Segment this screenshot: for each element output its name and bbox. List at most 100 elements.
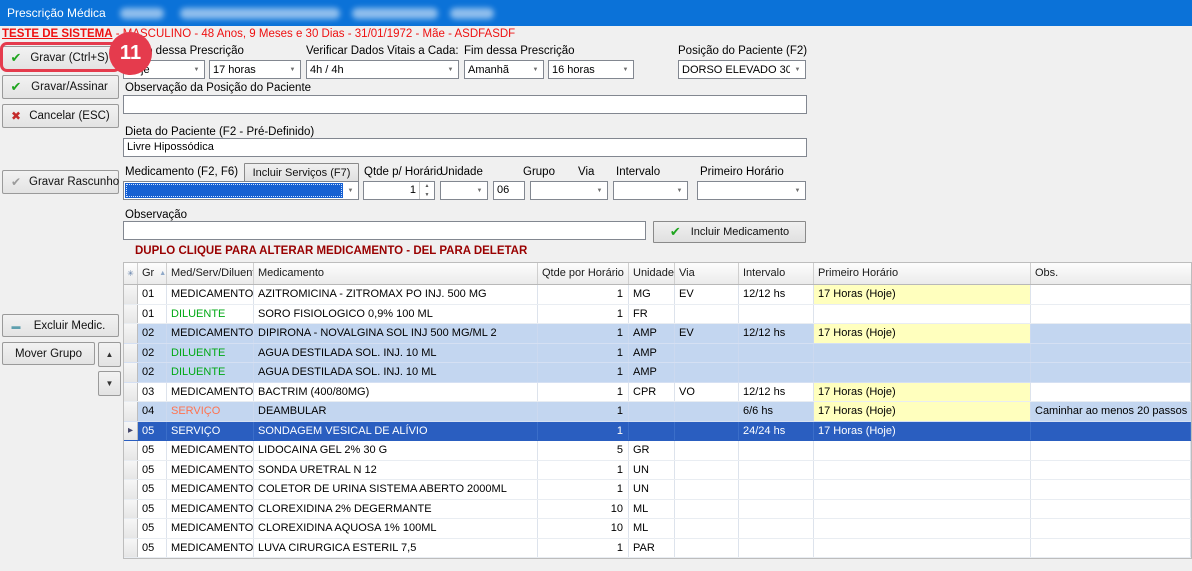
grupo-input[interactable]: 06 <box>493 181 525 200</box>
move-group-up-button[interactable]: ▲ <box>98 342 121 367</box>
window-title: Prescrição Médica <box>7 6 106 20</box>
minus-icon: ▬ <box>3 321 29 331</box>
cell-tipo: SERVIÇO <box>167 402 254 421</box>
header-obs[interactable]: Obs. <box>1031 263 1191 284</box>
row-indicator: ▸ <box>124 422 138 441</box>
obs-posicao-input[interactable] <box>123 95 807 114</box>
mover-grupo-button[interactable]: Mover Grupo <box>2 342 95 365</box>
cell-via <box>675 519 739 538</box>
unidade-select[interactable]: ▼ <box>440 181 488 200</box>
chevron-down-icon: ▼ <box>443 67 458 73</box>
fim-dia-select[interactable]: Amanhã ▼ <box>464 60 544 79</box>
incluir-medicamento-label: Incluir Medicamento <box>691 226 789 238</box>
via-select[interactable]: ▼ <box>530 181 608 200</box>
dados-vitais-select[interactable]: 4h / 4h ▼ <box>306 60 459 79</box>
spin-up-icon[interactable]: ▲ <box>420 182 434 191</box>
cell-pri <box>814 519 1031 538</box>
table-row[interactable]: 05MEDICAMENTOLUVA CIRURGICA ESTERIL 7,51… <box>124 539 1191 559</box>
move-group-down-button[interactable]: ▼ <box>98 371 121 396</box>
table-row[interactable]: ▸05SERVIÇOSONDAGEM VESICAL DE ALÍVIO124/… <box>124 422 1191 442</box>
cell-via <box>675 305 739 324</box>
table-row[interactable]: 02MEDICAMENTODIPIRONA - NOVALGINA SOL IN… <box>124 324 1191 344</box>
table-row[interactable]: 01DILUENTESORO FISIOLOGICO 0,9% 100 ML1F… <box>124 305 1191 325</box>
cell-pri <box>814 539 1031 558</box>
header-primeiro[interactable]: Primeiro Horário <box>814 263 1031 284</box>
cell-pri: 17 Horas (Hoje) <box>814 285 1031 304</box>
fim-hora-select[interactable]: 16 horas ▼ <box>548 60 634 79</box>
cell-gr: 03 <box>138 383 167 402</box>
cell-int <box>739 539 814 558</box>
medicamento-select[interactable]: ▼ <box>123 181 359 200</box>
cell-uni: UN <box>629 480 675 499</box>
cell-qtde: 1 <box>538 305 629 324</box>
cell-qtde: 1 <box>538 422 629 441</box>
intervalo-select[interactable]: ▼ <box>613 181 688 200</box>
table-row[interactable]: 02DILUENTEAGUA DESTILADA SOL. INJ. 10 ML… <box>124 344 1191 364</box>
gravar-button[interactable]: ✔ Gravar (Ctrl+S) <box>2 46 119 70</box>
cell-via <box>675 344 739 363</box>
excluir-medic-label: Excluir Medic. <box>29 320 118 332</box>
check-icon: ✔ <box>3 175 29 189</box>
incluir-servicos-button[interactable]: Incluir Serviços (F7) <box>244 163 359 182</box>
table-row[interactable]: 02DILUENTEAGUA DESTILADA SOL. INJ. 10 ML… <box>124 363 1191 383</box>
fim-hora-value: 16 horas <box>549 64 618 76</box>
dieta-input[interactable]: Livre Hipossódica <box>123 138 807 157</box>
cell-pri: 17 Horas (Hoje) <box>814 383 1031 402</box>
cell-int <box>739 344 814 363</box>
header-gr[interactable]: Gr▲ <box>138 263 167 284</box>
cell-pri: 17 Horas (Hoje) <box>814 422 1031 441</box>
cell-uni: CPR <box>629 383 675 402</box>
table-row[interactable]: 05MEDICAMENTOCLOREXIDINA AQUOSA 1% 100ML… <box>124 519 1191 539</box>
posicao-paciente-select[interactable]: DORSO ELEVADO 30 G ▼ <box>678 60 806 79</box>
table-row[interactable]: 05MEDICAMENTOCOLETOR DE URINA SISTEMA AB… <box>124 480 1191 500</box>
cancelar-button[interactable]: ✖ Cancelar (ESC) <box>2 104 119 128</box>
arrow-up-icon: ▲ <box>106 350 114 359</box>
header-medicamento[interactable]: Medicamento <box>254 263 538 284</box>
cell-int <box>739 305 814 324</box>
cell-via <box>675 363 739 382</box>
dieta-label: Dieta do Paciente (F2 - Pré-Definido) <box>125 126 314 138</box>
cell-med: DIPIRONA - NOVALGINA SOL INJ 500 MG/ML 2 <box>254 324 538 343</box>
inicio-hora-select[interactable]: 17 horas ▼ <box>209 60 301 79</box>
cell-int <box>739 500 814 519</box>
cell-pri <box>814 441 1031 460</box>
chevron-down-icon: ▼ <box>618 67 633 73</box>
cell-int <box>739 461 814 480</box>
table-row[interactable]: 04SERVIÇODEAMBULAR16/6 hs17 Horas (Hoje)… <box>124 402 1191 422</box>
qtde-spin-buttons[interactable]: ▲▼ <box>419 182 434 199</box>
header-tipo[interactable]: Med/Serv/Diluente <box>167 263 254 284</box>
table-row[interactable]: 03MEDICAMENTOBACTRIM (400/80MG)1CPRVO12/… <box>124 383 1191 403</box>
cell-pri <box>814 461 1031 480</box>
cell-tipo: MEDICAMENTO <box>167 383 254 402</box>
column-chooser-icon[interactable]: ✳ <box>124 263 138 284</box>
qtde-spinner[interactable]: 1 ▲▼ <box>363 181 435 200</box>
spin-down-icon[interactable]: ▼ <box>420 191 434 200</box>
cell-obs <box>1031 441 1191 460</box>
row-indicator <box>124 305 138 324</box>
incluir-medicamento-button[interactable]: ✔ Incluir Medicamento <box>653 221 806 243</box>
header-qtde[interactable]: Qtde por Horário <box>538 263 629 284</box>
table-row[interactable]: 05MEDICAMENTOLIDOCAINA GEL 2% 30 G5GR <box>124 441 1191 461</box>
observacao-input[interactable] <box>123 221 646 240</box>
cell-gr: 04 <box>138 402 167 421</box>
cell-tipo: MEDICAMENTO <box>167 539 254 558</box>
cell-pri <box>814 480 1031 499</box>
cell-pri <box>814 500 1031 519</box>
header-intervalo[interactable]: Intervalo <box>739 263 814 284</box>
gravar-rascunho-button[interactable]: ✔ Gravar Rascunho <box>2 170 119 194</box>
cell-tipo: MEDICAMENTO <box>167 461 254 480</box>
cell-gr: 02 <box>138 324 167 343</box>
sort-asc-icon: ▲ <box>159 270 166 277</box>
gravar-assinar-button[interactable]: ✔ Gravar/Assinar <box>2 75 119 99</box>
header-via[interactable]: Via <box>675 263 739 284</box>
table-row[interactable]: 01MEDICAMENTOAZITROMICINA - ZITROMAX PO … <box>124 285 1191 305</box>
row-indicator <box>124 344 138 363</box>
excluir-medic-button[interactable]: ▬ Excluir Medic. <box>2 314 119 337</box>
table-row[interactable]: 05MEDICAMENTOSONDA URETRAL N 121UN <box>124 461 1191 481</box>
header-unidade[interactable]: Unidade <box>629 263 675 284</box>
grid-header: ✳ Gr▲ Med/Serv/Diluente Medicamento Qtde… <box>124 263 1191 285</box>
posicao-paciente-value: DORSO ELEVADO 30 G <box>679 64 790 76</box>
posicao-paciente-label: Posição do Paciente (F2) <box>678 45 807 57</box>
primeiro-horario-select[interactable]: ▼ <box>697 181 806 200</box>
table-row[interactable]: 05MEDICAMENTOCLOREXIDINA 2% DEGERMANTE10… <box>124 500 1191 520</box>
